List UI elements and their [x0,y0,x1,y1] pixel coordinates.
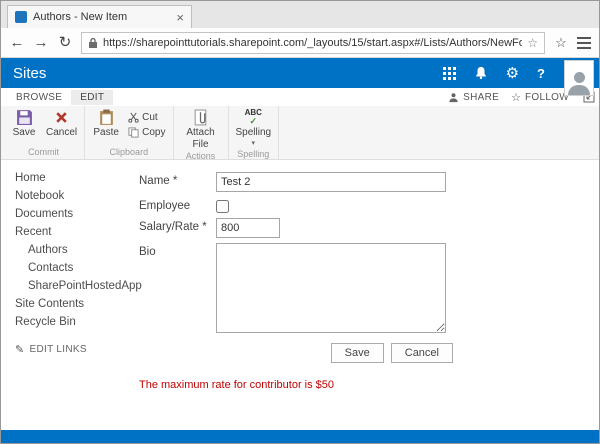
bell-icon[interactable] [474,66,488,80]
follow-star-icon: ☆ [511,91,521,104]
suite-icons: ⚙ ? [442,66,545,81]
salary-label: Salary/Rate * [139,221,207,233]
tab-close-icon[interactable]: × [176,11,184,24]
app-launcher-icon[interactable] [442,66,456,80]
sidebar-item-notebook[interactable]: Notebook [1,187,133,205]
paste-clipboard-icon [99,109,113,125]
validation-error-message: The maximum rate for contributor is $50 [139,379,335,391]
paste-label: Paste [93,127,119,138]
sidebar-nav: Home Notebook Documents Recent Authors C… [1,160,142,430]
form-row-name: Name * [139,172,599,192]
cut-scissors-icon [128,112,139,123]
form-button-row: Save Cancel [139,343,453,363]
edit-links-button[interactable]: ✎ EDIT LINKS [1,343,133,356]
required-mark: * [202,221,207,233]
required-mark: * [172,175,178,187]
back-icon[interactable]: ← [9,35,25,50]
help-icon[interactable]: ? [537,66,545,81]
gear-icon[interactable]: ⚙ [506,66,519,81]
ribbon-group-clipboard: Paste Cut Copy Clipboard [85,106,174,159]
avatar-body-icon [568,85,590,95]
bio-textarea[interactable] [216,243,446,333]
bio-label: Bio [139,246,156,258]
copy-label: Copy [142,127,166,138]
attach-file-icon [194,109,207,126]
save-label: Save [12,127,36,138]
share-label: SHARE [463,91,500,103]
form-row-salary: Salary/Rate * [139,218,599,238]
sidebar-item-recycle-bin[interactable]: Recycle Bin [1,313,133,331]
suite-title[interactable]: Sites [13,65,46,82]
browser-navbar: ← → ↻ https://sharepointtutorials.sharep… [1,28,599,58]
cancel-button[interactable]: Cancel [46,109,77,139]
follow-button[interactable]: ☆ FOLLOW [511,91,569,104]
new-item-form: Name * Employee Salary/Rate * Bio Save C… [133,160,599,430]
group-label-spelling: Spelling [237,148,270,159]
ribbon: Save Cancel Commit Paste Cut Copy Clipbo… [1,106,599,161]
employee-checkbox[interactable] [216,200,229,213]
suite-bar: Sites ⚙ ? [1,58,599,88]
save-floppy-icon [16,110,32,125]
user-avatar[interactable] [564,60,594,96]
spelling-dropdown-icon: ▾ [251,139,256,147]
avatar-head-icon [573,72,585,83]
copy-pages-icon [128,127,139,138]
copy-button[interactable]: Copy [128,127,166,138]
tab-edit[interactable]: EDIT [71,89,114,105]
browser-tab[interactable]: Authors - New Item × [7,5,192,28]
url-text: https://sharepointtutorials.sharepoint.c… [103,36,522,49]
sidebar-item-site-contents[interactable]: Site Contents [1,295,133,313]
main-area: Home Notebook Documents Recent Authors C… [1,160,599,430]
ribbon-group-spelling: ABC ✓ Spelling ▾ Spelling [229,106,280,159]
ribbon-group-commit: Save Cancel Commit [3,106,86,159]
favorites-icon[interactable]: ☆ [553,36,569,49]
form-save-button[interactable]: Save [330,343,384,363]
favorite-star-icon[interactable]: ☆ [527,36,538,50]
sharepoint-favicon-icon [15,11,27,23]
form-cancel-button[interactable]: Cancel [390,343,453,363]
browser-window: Authors - New Item × ← → ↻ https://share… [0,0,600,444]
ribbon-group-actions: Attach File Actions [174,106,229,161]
share-person-icon [449,92,458,102]
sidebar-item-sharepointhostedapp[interactable]: SharePointHostedApp [1,277,142,295]
sidebar-item-documents[interactable]: Documents [1,205,133,223]
attach-file-label: Attach File [186,127,215,150]
ribbon-tab-row: BROWSE EDIT SHARE ☆ FOLLOW [1,88,599,106]
sidebar-item-home[interactable]: Home [1,169,133,187]
employee-label: Employee [139,200,191,212]
form-row-employee: Employee [139,197,599,213]
paste-button[interactable]: Paste [92,109,120,139]
tab-browse[interactable]: BROWSE [7,90,71,105]
spelling-abc-icon: ABC ✓ [244,108,262,126]
sidebar-item-recent[interactable]: Recent [1,223,133,241]
cancel-label: Cancel [46,127,78,138]
name-label: Name * [139,175,178,187]
form-row-bio: Bio [139,243,599,333]
group-label-commit: Commit [28,147,60,157]
cut-label: Cut [142,112,158,123]
browser-tab-strip: Authors - New Item × [1,1,599,28]
attach-file-button[interactable]: Attach File [181,109,221,150]
salary-input[interactable] [216,218,280,238]
pencil-icon: ✎ [15,344,25,356]
cut-button[interactable]: Cut [128,112,165,123]
address-bar[interactable]: https://sharepointtutorials.sharepoint.c… [81,31,545,54]
menu-icon[interactable] [577,36,591,49]
share-button[interactable]: SHARE [448,92,499,103]
edit-links-label: EDIT LINKS [29,344,87,355]
forward-icon[interactable]: → [33,35,49,50]
spelling-button[interactable]: ABC ✓ Spelling ▾ [236,109,272,148]
group-label-clipboard: Clipboard [109,147,149,157]
save-button[interactable]: Save [10,109,38,139]
refresh-icon[interactable]: ↻ [57,35,73,50]
name-input[interactable] [216,172,446,192]
tab-title: Authors - New Item [33,11,128,23]
sidebar-item-authors[interactable]: Authors [1,241,133,259]
bottom-bar [1,430,599,443]
sidebar-item-contacts[interactable]: Contacts [1,259,133,277]
follow-label: FOLLOW [524,91,569,103]
cancel-x-icon [56,112,67,123]
lock-icon [89,37,97,48]
spelling-label: Spelling [235,127,272,138]
